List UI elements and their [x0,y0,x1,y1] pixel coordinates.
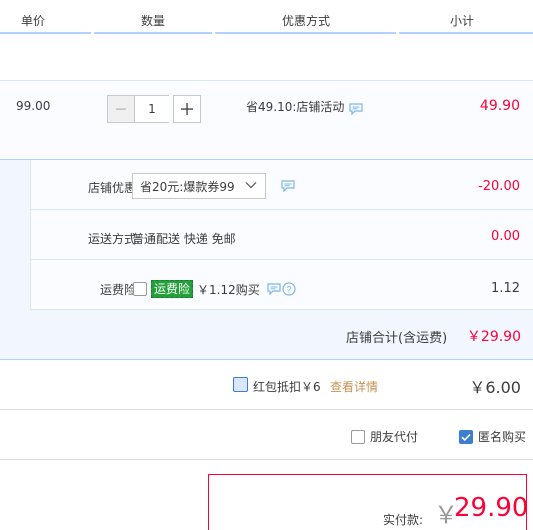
quantity-input[interactable]: 1 [135,95,169,123]
insurance-price: ￥1.12购买 [197,283,260,297]
plus-icon [181,103,193,115]
header-subtotal: 小计 [450,14,475,28]
insurance-checkbox[interactable] [133,282,147,296]
shop-total-row: 店铺合计(含运费) ￥29.90 [0,310,533,360]
chat-icon[interactable] [281,180,295,192]
red-packet-details-link[interactable]: 查看详情 [330,378,378,395]
item-subtotal: 49.90 [479,98,520,114]
red-packet-checkbox[interactable] [233,377,248,392]
shipping-method: 普通配送 快递 免邮 [132,232,236,246]
actual-payment-box: 实付款: ￥ 29.90 [208,474,529,530]
header-underline-1 [0,32,91,34]
shop-summary-section: 店铺优惠: 省20元:爆款券99 -20.00 运送方式: 普通配送 快递 免邮… [0,160,533,360]
shop-discount-row: 店铺优惠: 省20元:爆款券99 -20.00 [30,160,533,210]
insurance-badge: 运费险 [151,280,194,298]
shop-discount-label: 店铺优惠: [87,181,140,195]
shipping-value: 0.00 [491,229,520,244]
quantity-stepper: 1 [107,95,201,123]
quantity-decrease-button[interactable] [107,95,135,123]
header-promotion: 优惠方式 [282,14,331,28]
red-packet-row: 红包抵扣￥6 查看详情 ￥6.00 [0,360,533,410]
minus-icon [116,108,126,110]
header-underline-2 [94,32,212,34]
shop-discount-selected: 省20元:爆款券99 [140,179,235,194]
red-packet-amount: ￥6.00 [469,378,521,397]
shop-discount-select[interactable]: 省20元:爆款券99 [132,173,266,199]
header-underline-3 [215,32,396,34]
actual-payment-amount: 29.90 [454,493,529,523]
shop-total-label: 店铺合计(含运费) [346,331,448,346]
header-quantity: 数量 [141,14,166,28]
header-unit-price: 单价 [21,14,46,28]
shipping-label: 运送方式: [87,232,140,246]
checkmark-icon [461,433,471,441]
red-packet-text: 红包抵扣￥6 [253,380,321,394]
chat-icon[interactable] [267,283,281,295]
insurance-value: 1.12 [491,281,520,296]
svg-text:?: ? [286,285,291,295]
anonymous-purchase-checkbox[interactable] [459,429,473,444]
header-underline-4 [399,32,533,34]
quantity-increase-button[interactable] [173,95,201,123]
friend-pay-checkbox[interactable] [351,429,365,444]
friend-pay-option[interactable]: 朋友代付 [351,428,418,445]
help-icon[interactable]: ? [282,282,296,296]
insurance-row: 运费险: 运费险 ￥1.12购买 ? 1.12 [30,260,533,310]
chevron-down-icon [245,182,257,189]
shop-discount-value: -20.00 [478,179,520,194]
chat-icon[interactable] [349,102,364,115]
actual-payment-label: 实付款: [383,513,424,527]
shop-total-value: ￥29.90 [466,329,521,345]
shipping-row: 运送方式: 普通配送 快递 免邮 0.00 [30,210,533,260]
order-options-row: 朋友代付 匿名购买 [0,410,533,460]
anonymous-purchase-label: 匿名购买 [478,430,527,444]
anonymous-purchase-option[interactable]: 匿名购买 [459,428,526,445]
item-promotion: 省49.10:店铺活动 [246,98,364,115]
order-item-row: 99.00 1 省49.10:店铺活动 49.90 [0,80,533,160]
insurance-label: 运费险: [99,283,140,297]
order-table-header: 单价 数量 优惠方式 小计 [0,0,533,34]
item-unit-price: 99.00 [16,99,51,113]
friend-pay-label: 朋友代付 [370,430,419,444]
item-promotion-text: 省49.10:店铺活动 [246,100,345,114]
